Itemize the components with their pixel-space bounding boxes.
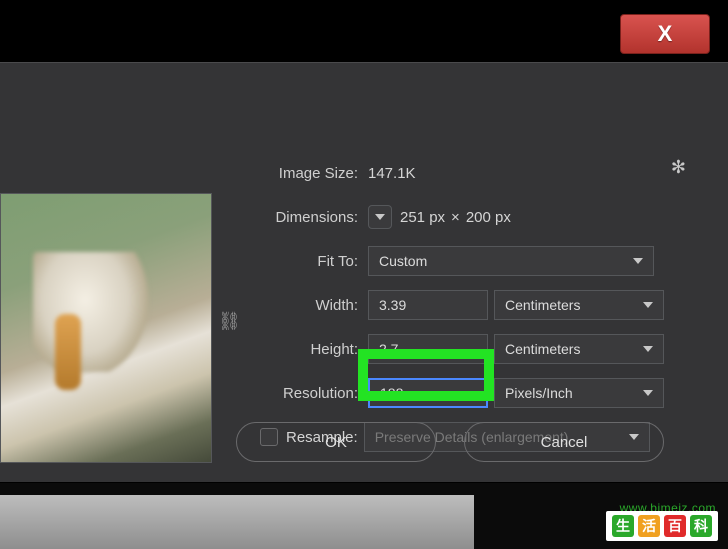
resolution-unit-select[interactable]: Pixels/Inch xyxy=(494,378,664,408)
width-unit-value: Centimeters xyxy=(505,297,580,313)
chevron-down-icon xyxy=(375,214,385,220)
watermark-char: 百 xyxy=(664,515,686,537)
close-icon: X xyxy=(658,21,673,47)
dimensions-times: × xyxy=(451,209,460,226)
dimensions-label: Dimensions: xyxy=(240,209,368,226)
height-label: Height: xyxy=(240,341,368,358)
dimensions-unit-dropdown[interactable] xyxy=(368,205,392,229)
image-size-value: 147.1K xyxy=(368,165,416,182)
watermark-char: 生 xyxy=(612,515,634,537)
height-unit-value: Centimeters xyxy=(505,341,580,357)
height-unit-select[interactable]: Centimeters xyxy=(494,334,664,364)
fit-to-select[interactable]: Custom xyxy=(368,246,654,276)
fit-to-value: Custom xyxy=(379,253,427,269)
row-fit-to: Fit To: Custom xyxy=(240,241,690,281)
fit-to-label: Fit To: xyxy=(240,253,368,270)
dialog-buttons: OK Cancel xyxy=(236,422,664,462)
row-height: Height: 2.7 Centimeters xyxy=(240,329,690,369)
chevron-down-icon xyxy=(643,346,653,352)
chevron-down-icon xyxy=(643,302,653,308)
chevron-down-icon xyxy=(633,258,643,264)
width-label: Width: xyxy=(240,297,368,314)
ok-label: OK xyxy=(325,434,347,451)
thumbnail-strip xyxy=(0,495,474,549)
width-unit-select[interactable]: Centimeters xyxy=(494,290,664,320)
fields-panel: Image Size: 147.1K Dimensions: 251 px × … xyxy=(240,153,690,461)
width-value: 3.39 xyxy=(379,297,406,313)
row-width: Width: 3.39 Centimeters xyxy=(240,285,690,325)
ok-button[interactable]: OK xyxy=(236,422,436,462)
window-close-button[interactable]: X xyxy=(620,14,710,54)
resolution-input[interactable]: 188 xyxy=(368,378,488,408)
dimensions-width: 251 px xyxy=(400,209,445,226)
cancel-button[interactable]: Cancel xyxy=(464,422,664,462)
height-input[interactable]: 2.7 xyxy=(368,334,488,364)
height-value: 2.7 xyxy=(379,341,398,357)
row-dimensions: Dimensions: 251 px × 200 px xyxy=(240,197,690,237)
watermark-char: 科 xyxy=(690,515,712,537)
image-size-label: Image Size: xyxy=(240,165,368,182)
chevron-down-icon xyxy=(643,390,653,396)
resolution-label: Resolution: xyxy=(240,385,368,402)
row-resolution: Resolution: 188 Pixels/Inch xyxy=(240,373,690,413)
resolution-unit-value: Pixels/Inch xyxy=(505,385,573,401)
bottom-strip: www.bimeiz.com 生 活 百 科 xyxy=(0,483,728,549)
width-input[interactable]: 3.39 xyxy=(368,290,488,320)
row-image-size: Image Size: 147.1K xyxy=(240,153,690,193)
dimensions-height: 200 px xyxy=(466,209,511,226)
watermark-char: 活 xyxy=(638,515,660,537)
constrain-proportions[interactable]: ⛓ xyxy=(218,277,242,365)
cancel-label: Cancel xyxy=(541,434,588,451)
image-size-dialog: ✻ ⛓ Image Size: 147.1K Dimensions: 251 p… xyxy=(0,62,728,482)
watermark-badge: 生 活 百 科 xyxy=(606,511,718,541)
link-icon: ⛓ xyxy=(218,311,241,332)
image-preview xyxy=(0,193,212,463)
resolution-value: 188 xyxy=(380,385,403,401)
